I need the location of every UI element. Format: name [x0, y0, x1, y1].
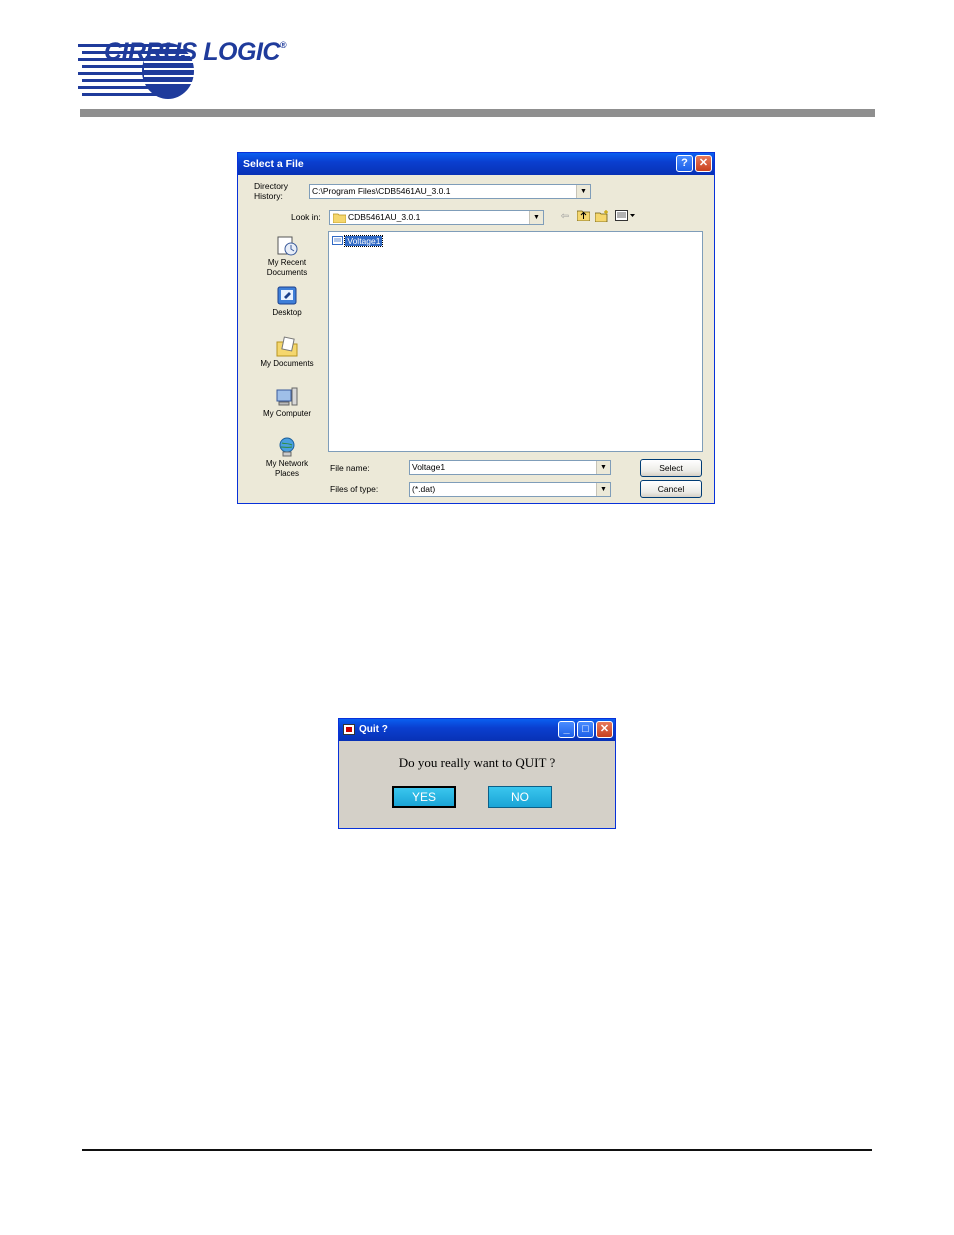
header-rule	[80, 109, 875, 117]
my-documents-icon	[276, 336, 298, 357]
help-button[interactable]: ?	[676, 155, 693, 172]
look-in-label: Look in:	[291, 212, 321, 222]
logo-wordmark: CIRRUS LOGIC®	[104, 38, 287, 66]
close-button[interactable]: ✕	[596, 721, 613, 738]
footer-rule	[82, 1149, 872, 1151]
places-my-computer[interactable]: My Computer	[256, 386, 318, 419]
minimize-icon: _	[563, 723, 570, 735]
maximize-icon: □	[582, 723, 589, 735]
list-item[interactable]: Voltage1	[332, 235, 384, 247]
close-button[interactable]: ✕	[695, 155, 712, 172]
desktop-icon	[277, 286, 297, 305]
minimize-button[interactable]: _	[558, 721, 575, 738]
file-name: Voltage1	[344, 235, 384, 247]
up-folder-icon[interactable]	[576, 210, 590, 224]
recent-documents-icon	[277, 236, 298, 256]
select-button[interactable]: Select	[640, 459, 702, 477]
files-of-type-label: Files of type:	[330, 484, 379, 494]
cancel-button[interactable]: Cancel	[640, 480, 702, 498]
chevron-down-icon[interactable]: ▼	[596, 483, 610, 496]
quit-dialog: Quit ? _ □ ✕ Do you really want to QUIT …	[338, 718, 616, 829]
files-of-type-combo[interactable]: (*.dat) ▼	[409, 482, 611, 497]
back-arrow-icon[interactable]: ⇦	[558, 210, 572, 224]
quit-question: Do you really want to QUIT ?	[398, 755, 556, 770]
yes-button[interactable]: YES	[392, 786, 456, 808]
directory-history-combo[interactable]: C:\Program Files\CDB5461AU_3.0.1 ▼	[309, 184, 591, 199]
network-places-icon	[279, 437, 295, 457]
close-icon: ✕	[599, 723, 610, 735]
chevron-down-icon[interactable]: ▼	[529, 211, 543, 224]
files-of-type-value: (*.dat)	[412, 484, 436, 494]
my-computer-icon	[276, 387, 298, 406]
directory-history-label: Directory History:	[254, 181, 289, 201]
file-icon	[332, 236, 343, 245]
directory-history-value: C:\Program Files\CDB5461AU_3.0.1	[312, 186, 451, 196]
app-icon	[343, 724, 355, 735]
new-folder-icon[interactable]	[594, 210, 609, 224]
file-name-combo[interactable]: Voltage1 ▼	[409, 460, 611, 475]
file-list[interactable]: Voltage1	[328, 231, 703, 452]
folder-icon	[333, 213, 346, 223]
places-desktop[interactable]: Desktop	[256, 285, 318, 318]
close-icon: ✕	[698, 157, 709, 169]
file-name-value: Voltage1	[412, 462, 446, 472]
look-in-combo[interactable]: CDB5461AU_3.0.1 ▼	[329, 210, 544, 225]
quit-dialog-titlebar[interactable]: Quit ? _ □ ✕	[339, 719, 615, 741]
select-file-dialog: Select a File ? ✕ Directory History: C:\…	[237, 152, 715, 504]
view-menu-icon[interactable]	[615, 210, 635, 224]
help-icon: ?	[681, 157, 688, 169]
maximize-button[interactable]: □	[577, 721, 594, 738]
file-dialog-titlebar[interactable]: Select a File ? ✕	[238, 153, 714, 175]
no-button[interactable]: NO	[488, 786, 552, 808]
chevron-down-icon[interactable]: ▼	[576, 185, 590, 198]
quit-dialog-title: Quit ?	[359, 724, 388, 735]
file-dialog-title: Select a File	[243, 158, 304, 170]
places-my-recent-documents[interactable]: My Recent Documents	[256, 235, 318, 278]
places-my-documents[interactable]: My Documents	[256, 336, 318, 369]
file-name-label: File name:	[330, 463, 370, 473]
places-my-network-places[interactable]: My Network Places	[256, 436, 318, 479]
chevron-down-icon[interactable]: ▼	[596, 461, 610, 474]
look-in-value: CDB5461AU_3.0.1	[348, 212, 421, 222]
